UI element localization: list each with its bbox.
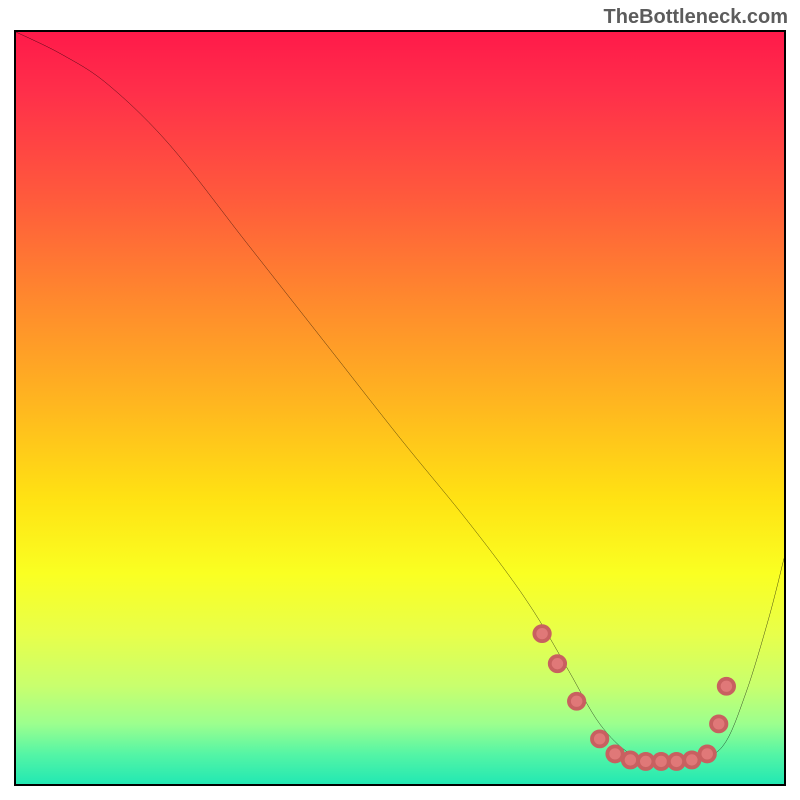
- marker-point: [569, 694, 584, 709]
- highlight-markers: [534, 626, 734, 769]
- marker-point: [534, 626, 549, 641]
- watermark-text: TheBottleneck.com: [604, 6, 788, 29]
- marker-point: [700, 746, 715, 761]
- chart-canvas: TheBottleneck.com: [0, 0, 800, 800]
- marker-point: [623, 752, 638, 767]
- marker-point: [711, 716, 726, 731]
- marker-point: [550, 656, 565, 671]
- plot-frame: [14, 30, 786, 786]
- marker-point: [719, 679, 734, 694]
- marker-point: [638, 754, 653, 769]
- marker-point: [684, 752, 699, 767]
- marker-point: [592, 731, 607, 746]
- curve-layer: [16, 32, 784, 784]
- marker-point: [653, 754, 668, 769]
- bottleneck-curve: [16, 32, 784, 763]
- marker-point: [607, 746, 622, 761]
- marker-point: [669, 754, 684, 769]
